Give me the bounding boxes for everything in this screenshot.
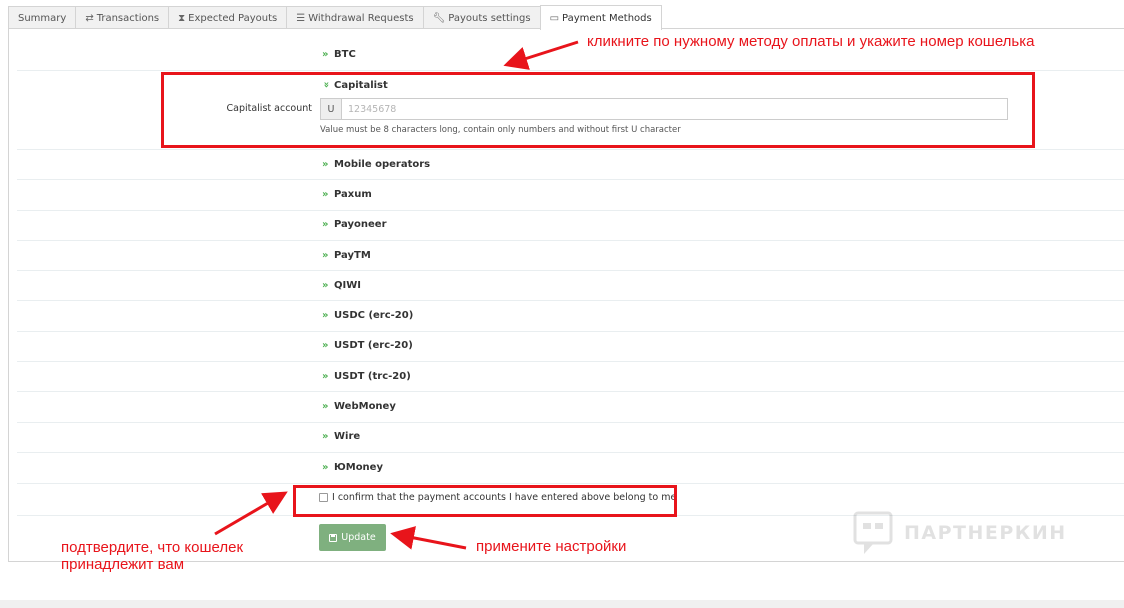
tab-payouts-settings[interactable]: 🔧︎ Payouts settings xyxy=(422,6,541,29)
tab-expected-payouts-label: Expected Payouts xyxy=(188,12,278,24)
method-label: PayTM xyxy=(334,250,371,261)
method-paxum[interactable]: » Paxum xyxy=(322,189,372,200)
method-label: USDT (trc-20) xyxy=(334,371,411,382)
chevron-right-icon: » xyxy=(322,310,329,321)
row-divider xyxy=(17,240,1124,241)
method-payoneer[interactable]: » Payoneer xyxy=(322,219,387,230)
method-wire[interactable]: » Wire xyxy=(322,431,360,442)
row-divider xyxy=(17,422,1124,423)
method-usdt-erc20[interactable]: » USDT (erc-20) xyxy=(322,340,413,351)
chevron-right-icon: » xyxy=(322,280,329,291)
annotation-bottom-right: примените настройки xyxy=(476,538,627,555)
method-qiwi[interactable]: » QIWI xyxy=(322,280,361,291)
method-yumoney[interactable]: » ЮMoney xyxy=(322,462,383,473)
annotation-bottom-left-line1: подтвердите, что кошелек xyxy=(61,539,244,556)
method-label: Mobile operators xyxy=(334,159,431,170)
tab-expected-payouts[interactable]: ⧗ Expected Payouts xyxy=(168,6,288,29)
chevron-right-icon: » xyxy=(322,159,329,170)
tab-withdrawal-requests[interactable]: ☰ Withdrawal Requests xyxy=(286,6,424,29)
tab-transactions[interactable]: ⇄ Transactions xyxy=(75,6,170,29)
tab-payment-methods[interactable]: ▭ Payment Methods xyxy=(539,5,662,30)
chevron-right-icon: » xyxy=(322,371,329,382)
tab-payouts-settings-label: Payouts settings xyxy=(448,12,531,24)
method-label: USDC (erc-20) xyxy=(334,310,414,321)
method-btc[interactable]: » BTC xyxy=(322,49,356,60)
tab-bar: Summary ⇄ Transactions ⧗ Expected Payout… xyxy=(8,5,662,30)
row-divider xyxy=(17,361,1124,362)
tab-payment-methods-label: Payment Methods xyxy=(562,12,652,24)
row-divider xyxy=(17,270,1124,271)
row-divider xyxy=(17,300,1124,301)
update-button[interactable]: Update xyxy=(319,524,386,551)
method-label: WebMoney xyxy=(334,401,396,412)
method-label: Paxum xyxy=(334,189,372,200)
tab-summary[interactable]: Summary xyxy=(8,6,77,29)
row-divider xyxy=(17,391,1124,392)
chevron-right-icon: » xyxy=(322,189,329,200)
watermark-logo-icon xyxy=(853,511,893,554)
method-usdc-erc20[interactable]: » USDC (erc-20) xyxy=(322,310,413,321)
credit-card-icon: ▭ xyxy=(549,12,560,24)
method-label: QIWI xyxy=(334,280,361,291)
watermark: ПАРТНЕРКИН xyxy=(852,510,1067,556)
chevron-right-icon: » xyxy=(322,250,329,261)
row-divider xyxy=(17,149,1124,150)
wrench-icon: 🔧︎ xyxy=(432,12,446,24)
tab-transactions-label: Transactions xyxy=(96,12,160,24)
method-webmoney[interactable]: » WebMoney xyxy=(322,401,396,412)
chevron-right-icon: » xyxy=(322,431,329,442)
row-divider xyxy=(17,179,1124,180)
chevron-right-icon: » xyxy=(322,219,329,230)
row-divider xyxy=(17,483,1124,484)
chevron-right-icon: » xyxy=(322,340,329,351)
tab-summary-label: Summary xyxy=(18,12,67,24)
method-paytm[interactable]: » PayTM xyxy=(322,250,371,261)
hourglass-icon: ⧗ xyxy=(178,12,186,24)
row-divider xyxy=(17,331,1124,332)
method-label: Wire xyxy=(334,431,361,442)
method-label: USDT (erc-20) xyxy=(334,340,413,351)
tab-withdrawal-requests-label: Withdrawal Requests xyxy=(308,12,414,24)
footer-strip xyxy=(0,600,1124,608)
annotation-bottom-left-line2: принадлежит вам xyxy=(61,556,185,573)
row-divider xyxy=(17,70,1124,71)
row-divider xyxy=(17,210,1124,211)
capitalist-highlight-box xyxy=(161,72,1035,148)
confirm-highlight-box xyxy=(293,485,677,517)
chevron-right-icon: » xyxy=(322,401,329,412)
floppy-disk-icon xyxy=(329,533,338,542)
arrows-exchange-icon: ⇄ xyxy=(85,12,94,24)
chevron-right-icon: » xyxy=(322,462,329,473)
method-label: Payoneer xyxy=(334,219,387,230)
row-divider xyxy=(17,452,1124,453)
annotation-top: кликните по нужному методу оплаты и укаж… xyxy=(587,33,1035,50)
method-label: ЮMoney xyxy=(334,462,383,473)
update-button-label: Update xyxy=(341,532,376,543)
watermark-text: ПАРТНЕРКИН xyxy=(904,522,1067,544)
method-label: BTC xyxy=(334,49,356,60)
method-usdt-trc20[interactable]: » USDT (trc-20) xyxy=(322,371,411,382)
list-icon: ☰ xyxy=(296,12,306,24)
chevron-right-icon: » xyxy=(322,49,329,60)
method-mobile-operators[interactable]: » Mobile operators xyxy=(322,159,430,170)
